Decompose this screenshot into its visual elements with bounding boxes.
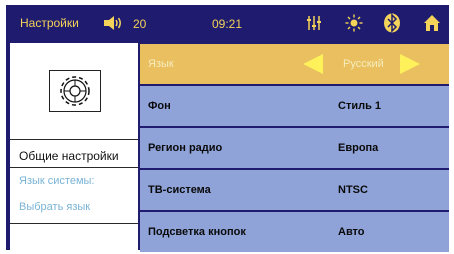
equalizer-icon[interactable] — [306, 15, 322, 31]
speaker-icon[interactable] — [103, 15, 123, 31]
setting-label: Язык — [148, 58, 174, 70]
top-bar: Настройки 20 09:21 — [6, 5, 449, 41]
setting-label: Подсветка кнопок — [148, 226, 246, 238]
settings-gear-tile — [49, 70, 101, 112]
volume-value: 20 — [133, 17, 147, 31]
setting-value: Европа — [338, 142, 379, 154]
divider — [10, 223, 138, 224]
brightness-icon[interactable] — [345, 14, 363, 32]
setting-value: NTSC — [338, 184, 368, 196]
settings-list: Язык Русский Фон Стиль 1 Регион радио Ев… — [140, 43, 449, 252]
setting-row-background[interactable]: Фон Стиль 1 — [140, 86, 449, 126]
system-language-label: Язык системы: — [19, 175, 95, 187]
setting-value: Русский — [343, 58, 384, 70]
setting-label: Регион радио — [148, 142, 223, 154]
setting-row-language[interactable]: Язык Русский — [140, 44, 449, 84]
setting-label: ТВ-система — [148, 184, 211, 196]
clock-time: 09:21 — [212, 17, 243, 31]
left-panel: Общие настройки Язык системы: Выбрать яз… — [10, 43, 138, 250]
choose-language-item[interactable]: Выбрать язык — [19, 201, 90, 213]
bluetooth-icon[interactable] — [383, 13, 401, 33]
setting-row-tv-system[interactable]: ТВ-система NTSC — [140, 170, 449, 210]
home-icon[interactable] — [423, 14, 441, 32]
setting-row-button-backlight[interactable]: Подсветка кнопок Авто — [140, 212, 449, 252]
page-title: Настройки — [20, 16, 79, 30]
general-settings-item[interactable]: Общие настройки — [19, 149, 119, 163]
setting-value: Стиль 1 — [338, 100, 382, 112]
divider — [10, 139, 138, 140]
arrow-right-icon[interactable] — [399, 53, 421, 75]
setting-row-radio-region[interactable]: Регион радио Европа — [140, 128, 449, 168]
setting-label: Фон — [148, 100, 171, 112]
setting-value: Авто — [338, 226, 365, 238]
divider — [10, 167, 138, 168]
arrow-left-icon[interactable] — [302, 53, 324, 75]
gear-icon — [60, 76, 90, 106]
